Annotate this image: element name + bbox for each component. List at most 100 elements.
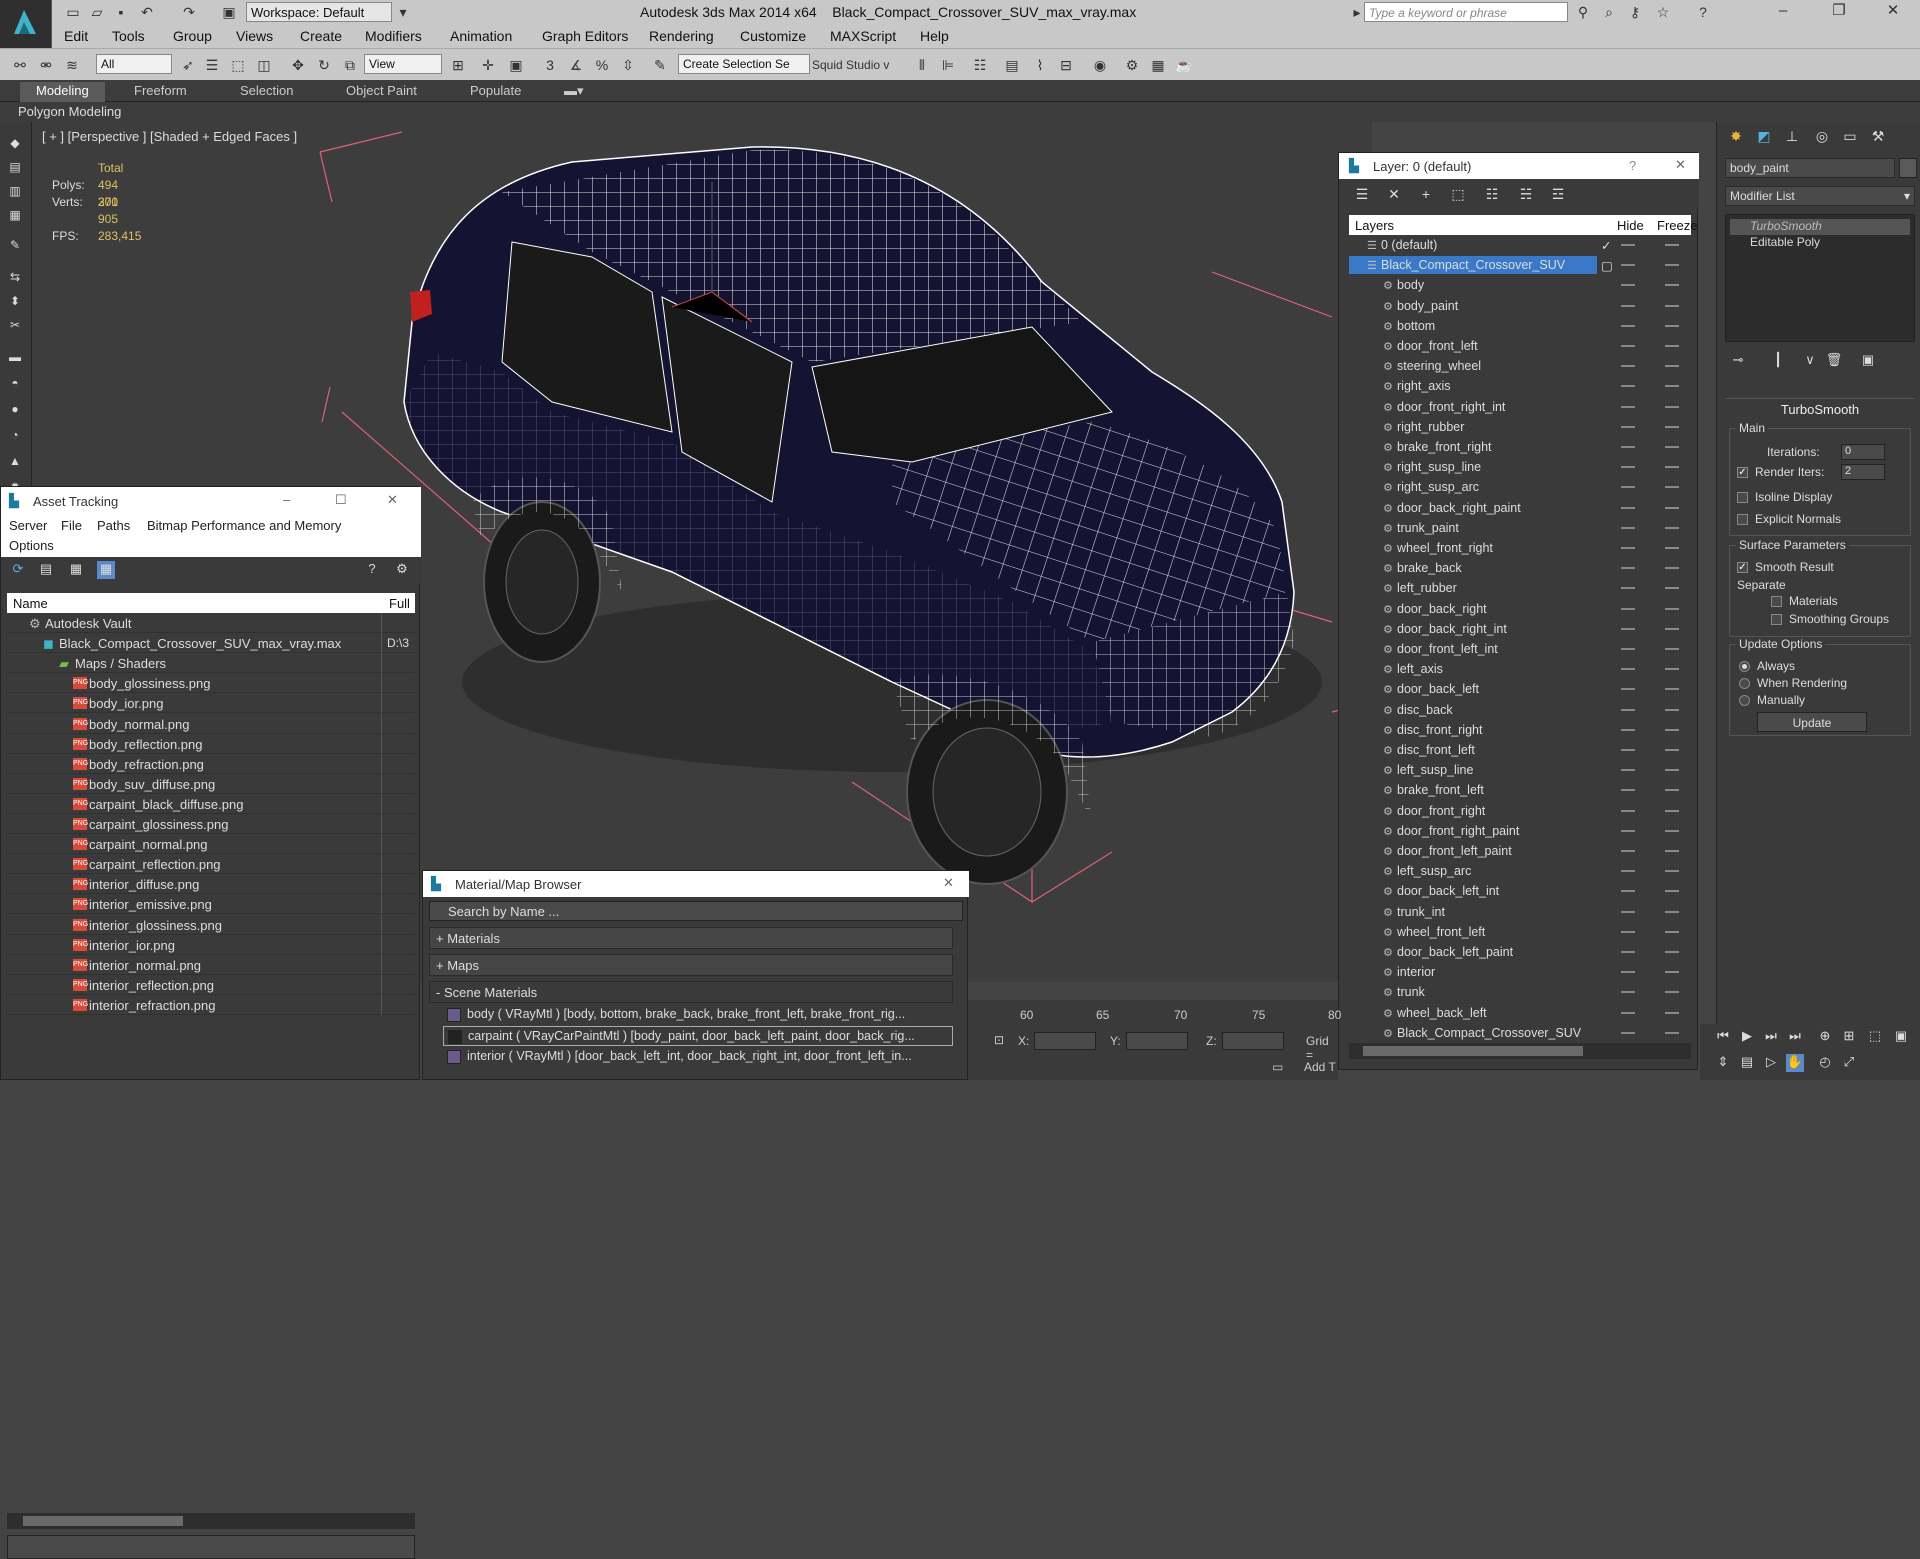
hide-toggle[interactable] [1621,385,1635,388]
ribbon-options-icon[interactable]: ▬▾ [548,82,600,102]
tool-icon-8[interactable]: ✂ [7,318,23,332]
freeze-toggle[interactable] [1665,829,1679,832]
go-to-end-icon[interactable]: ⏭ [1786,1028,1804,1046]
menu-help[interactable]: Help [920,28,949,44]
asset-row[interactable]: PNG body_refraction.png [7,753,415,774]
hide-toggle[interactable] [1621,547,1635,549]
tool-icon-13[interactable]: ▲ [7,454,23,468]
hide-toggle[interactable] [1621,304,1635,307]
asset-row[interactable]: PNG carpaint_normal.png [7,834,415,855]
asset-row[interactable]: ▰ Maps / Shaders [7,653,415,674]
asset-menu-paths[interactable]: Paths [97,518,130,533]
pan-icon[interactable]: ✋ [1786,1054,1804,1072]
freeze-toggle[interactable] [1665,425,1679,428]
scene-materials-section[interactable]: - Scene Materials [429,981,953,1003]
new-icon[interactable]: ▭ [64,3,82,21]
freeze-toggle[interactable] [1665,324,1679,327]
render-setup-icon[interactable]: ⚙ [1122,55,1142,75]
tool-icon-7[interactable]: ⬍ [7,294,23,308]
layer-row[interactable]: ⚙ left_susp_arc [1349,861,1691,881]
freeze-toggle[interactable] [1665,627,1679,630]
hide-toggle[interactable] [1621,486,1635,489]
communication-icon[interactable]: ⌕ [1600,3,1618,21]
maps-section[interactable]: + Maps [429,954,953,976]
freeze-toggle[interactable] [1665,648,1679,650]
link-icon[interactable]: ⚯ [10,55,30,75]
key-icon[interactable]: ⚷ [1626,3,1644,21]
layer-row[interactable]: ⚙ disc_back [1349,700,1691,720]
hide-toggle[interactable] [1621,930,1635,933]
material-editor-icon[interactable]: ◉ [1090,55,1110,75]
tool-icon-9[interactable]: ▬ [7,350,23,364]
play-icon[interactable]: ▶ [1738,1028,1756,1046]
scroll-thumb[interactable] [1363,1046,1583,1056]
explicit-normals-checkbox[interactable] [1737,514,1748,525]
restore-button[interactable]: ❐ [1816,0,1862,24]
isoline-checkbox[interactable] [1737,492,1748,503]
layer-row[interactable]: ⚙ right_susp_arc [1349,477,1691,497]
asset-close-button[interactable]: ✕ [387,492,398,508]
freeze-toggle[interactable] [1665,244,1679,246]
hide-toggle[interactable] [1621,1011,1635,1014]
layer-row[interactable]: ⚙ brake_front_right [1349,437,1691,457]
layer-row[interactable]: ⚙ left_rubber [1349,578,1691,598]
freeze-toggle[interactable] [1665,284,1679,287]
select-object-icon[interactable]: ➶ [178,55,198,75]
unlink-icon[interactable]: ⚮ [36,55,56,75]
region-zoom-icon[interactable]: ▤ [1738,1054,1756,1072]
open-icon[interactable]: ▱ [88,3,106,21]
hide-toggle[interactable] [1621,809,1635,812]
chevron-down-icon[interactable]: ▾ [394,3,412,21]
render-iters-checkbox[interactable]: ✓ [1737,467,1748,478]
move-icon[interactable]: ✥ [288,55,308,75]
layer-row[interactable]: ⚙ door_back_right [1349,599,1691,619]
layer-row[interactable]: ⚙ wheel_back_left [1349,1003,1691,1023]
layer-window-titlebar[interactable]: ▙ Layer: 0 (default) ? ✕ [1339,153,1699,179]
material-browser-titlebar[interactable]: ▙ Material/Map Browser ✕ [423,871,969,897]
freeze-toggle[interactable] [1665,991,1679,994]
stack-item-turbosmooth[interactable]: TurboSmooth [1730,219,1910,235]
snap-toggle-icon[interactable]: 3 [540,55,560,75]
pivot-center-icon[interactable]: ⊞ [448,55,468,75]
freeze-toggle[interactable] [1665,365,1679,368]
layer-row[interactable]: ⚙ disc_front_right [1349,720,1691,740]
save-icon[interactable]: ▪ [112,3,130,21]
asset-row[interactable]: PNG body_glossiness.png [7,673,415,694]
layer-row[interactable]: ⚙ door_front_right_int [1349,397,1691,417]
render-iters-spinner[interactable]: 2 [1841,464,1885,480]
freeze-toggle[interactable] [1665,749,1679,751]
asset-minimize-button[interactable]: – [283,492,290,507]
object-color-swatch[interactable] [1899,158,1917,178]
field-of-view-2-icon[interactable]: ▷ [1762,1054,1780,1072]
material-row-carpaint[interactable]: carpaint ( VRayCarPaintMtl ) [body_paint… [443,1026,953,1046]
layer-row[interactable]: ⚙ trunk_int [1349,902,1691,922]
material-browser-close-button[interactable]: ✕ [943,875,954,891]
asset-row[interactable]: PNG interior_ior.png [7,934,415,955]
hide-toggle[interactable] [1621,466,1635,469]
layer-close-button[interactable]: ✕ [1675,157,1686,173]
freeze-toggle[interactable] [1665,870,1679,873]
freeze-toggle[interactable] [1665,708,1679,711]
layer-row[interactable]: ⚙ right_susp_line [1349,457,1691,477]
asset-settings-icon[interactable]: ⚙ [393,561,411,579]
pin-stack-icon[interactable]: ⊸ [1729,352,1747,370]
asset-row[interactable]: PNG carpaint_black_diffuse.png [7,793,415,814]
layer-row[interactable]: ⚙ right_rubber [1349,417,1691,437]
layer-row[interactable]: ⚙ door_front_left_paint [1349,841,1691,861]
asset-row[interactable]: PNG interior_diffuse.png [7,874,415,895]
make-unique-icon[interactable]: ∨ [1801,352,1819,370]
menu-group[interactable]: Group [173,28,212,44]
hide-toggle[interactable] [1621,890,1635,893]
set-current-layer-icon[interactable]: ▢ [1601,258,1613,273]
app-logo[interactable] [0,0,52,52]
layer-row[interactable]: ⚙ door_back_left [1349,679,1691,699]
configure-sets-icon[interactable]: ▣ [1859,352,1877,370]
window-crossing-icon[interactable]: ◫ [254,55,274,75]
undo-icon[interactable]: ↶ [138,3,156,21]
material-search-input[interactable]: Search by Name ... [429,901,963,921]
freeze-toggle[interactable] [1665,486,1679,489]
layer-row[interactable]: ⚙ right_axis [1349,376,1691,396]
freeze-toggle[interactable] [1665,526,1679,529]
hide-toggle[interactable] [1621,850,1635,852]
hide-toggle[interactable] [1621,526,1635,529]
